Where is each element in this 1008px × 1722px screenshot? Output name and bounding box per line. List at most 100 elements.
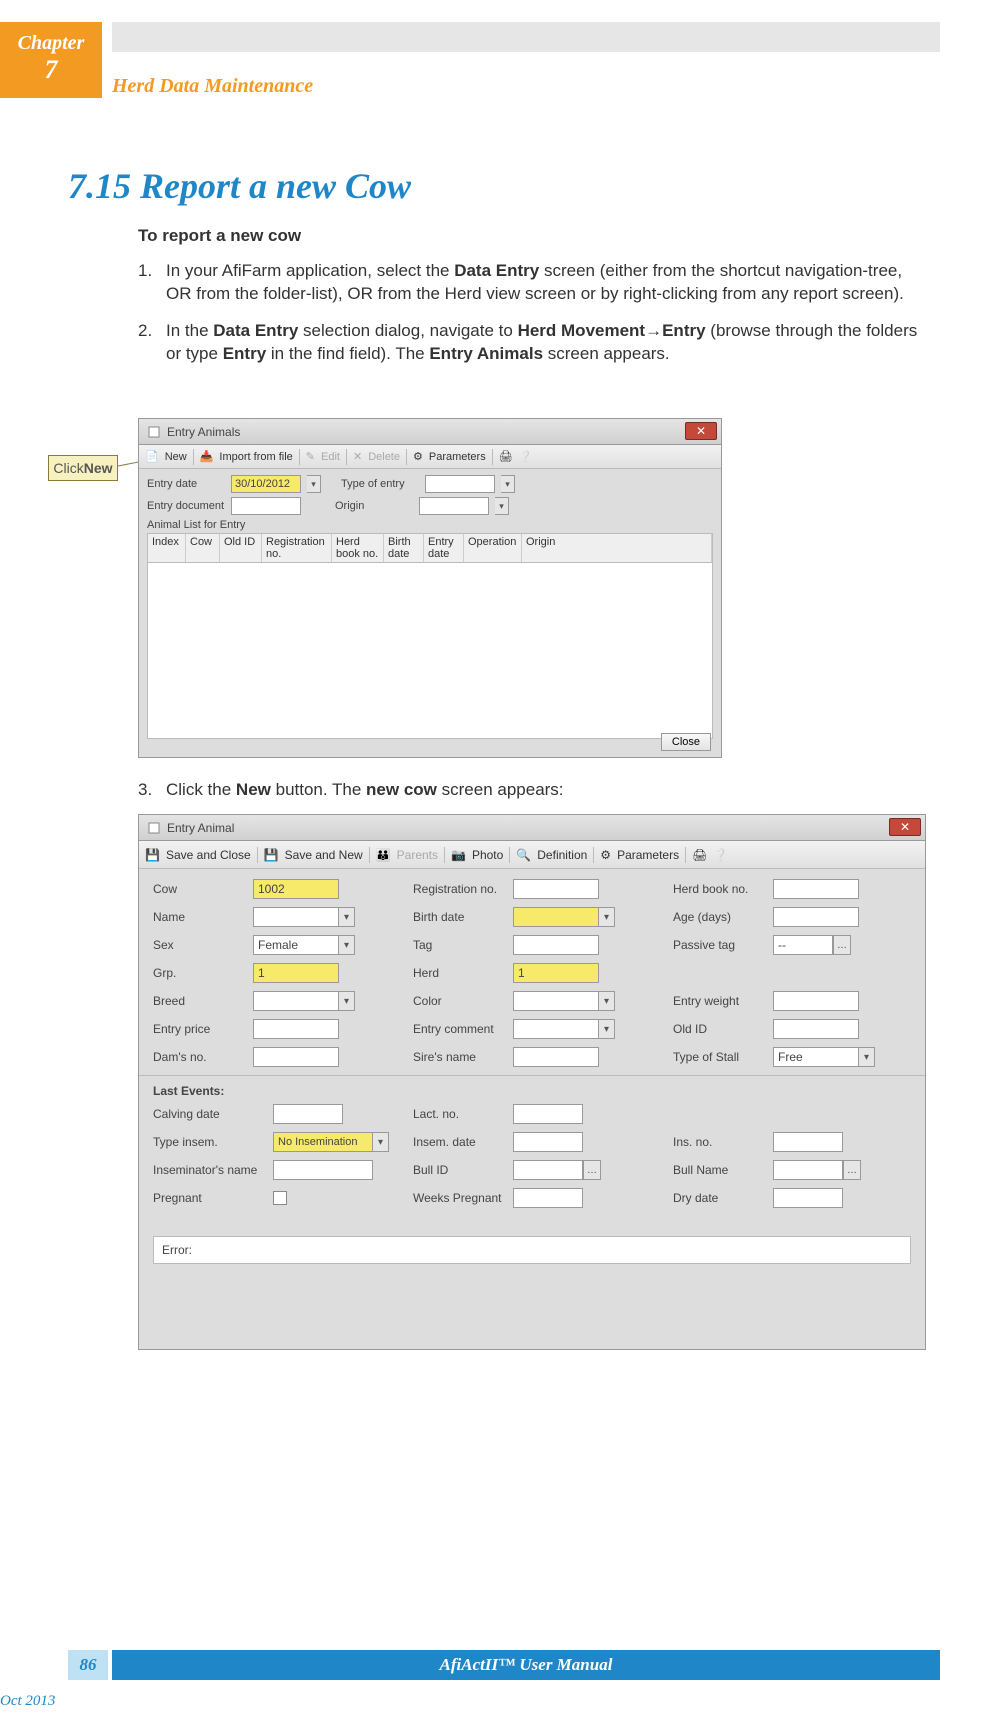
- stall-field[interactable]: Free: [773, 1047, 859, 1067]
- text: selection dialog, navigate to: [298, 321, 517, 340]
- footer-date: Oct 2013: [0, 1693, 55, 1710]
- doc-icon: 📄: [145, 450, 159, 463]
- dropdown-icon[interactable]: ▾: [339, 935, 355, 955]
- grp-field[interactable]: 1: [253, 963, 339, 983]
- stall-label: Type of Stall: [673, 1050, 773, 1064]
- col-entry[interactable]: Entry date: [424, 534, 464, 562]
- parents-button[interactable]: Parents: [397, 848, 438, 862]
- parameters-button[interactable]: Parameters: [617, 848, 679, 862]
- print-icon[interactable]: 🖨: [499, 450, 513, 463]
- dropdown-icon[interactable]: ▾: [599, 907, 615, 927]
- insno-field[interactable]: [773, 1132, 843, 1152]
- ptag-field[interactable]: --: [773, 935, 833, 955]
- tag-field[interactable]: [513, 935, 599, 955]
- bold-text: new cow: [366, 780, 437, 799]
- oldid-field[interactable]: [773, 1019, 859, 1039]
- birth-field[interactable]: [513, 907, 599, 927]
- text: ™ User Manual: [498, 1655, 612, 1675]
- bullname-field[interactable]: [773, 1160, 843, 1180]
- close-button[interactable]: ✕: [889, 818, 921, 836]
- lactno-label: Lact. no.: [413, 1107, 513, 1121]
- eprice-field[interactable]: [253, 1019, 339, 1039]
- dropdown-icon[interactable]: ▾: [599, 991, 615, 1011]
- print-icon[interactable]: 🖨: [692, 848, 707, 862]
- new-button[interactable]: New: [165, 451, 187, 463]
- col-oldid[interactable]: Old ID: [220, 534, 262, 562]
- herd-field[interactable]: 1: [513, 963, 599, 983]
- parameters-button[interactable]: Parameters: [429, 451, 486, 463]
- save-close-button[interactable]: Save and Close: [166, 848, 251, 862]
- breed-label: Breed: [153, 994, 253, 1008]
- dropdown-icon[interactable]: ▾: [339, 907, 355, 927]
- edit-button[interactable]: Edit: [321, 451, 340, 463]
- dropdown-icon[interactable]: ▾: [373, 1132, 389, 1152]
- eweight-field[interactable]: [773, 991, 859, 1011]
- ecomment-label: Entry comment: [413, 1022, 513, 1036]
- insemdate-field[interactable]: [513, 1132, 583, 1152]
- help-icon[interactable]: ❔: [713, 848, 728, 862]
- col-index[interactable]: Index: [148, 534, 186, 562]
- name-field[interactable]: [253, 907, 339, 927]
- drydate-field[interactable]: [773, 1188, 843, 1208]
- bullid-field[interactable]: [513, 1160, 583, 1180]
- insname-label: Inseminator's name: [153, 1163, 273, 1177]
- col-cow[interactable]: Cow: [186, 534, 220, 562]
- calving-label: Calving date: [153, 1107, 273, 1121]
- cow-field[interactable]: 1002: [253, 879, 339, 899]
- close-button[interactable]: Close: [661, 733, 711, 751]
- ellipsis-button[interactable]: …: [583, 1160, 601, 1180]
- help-icon[interactable]: ❔: [519, 450, 533, 463]
- text: II: [485, 1655, 498, 1675]
- footer-title: AfiAct II™ User Manual: [112, 1650, 940, 1680]
- dropdown-icon[interactable]: ▾: [599, 1019, 615, 1039]
- save-new-button[interactable]: Save and New: [285, 848, 363, 862]
- col-operation[interactable]: Operation: [464, 534, 522, 562]
- ellipsis-button[interactable]: …: [833, 935, 851, 955]
- dropdown-icon[interactable]: ▾: [859, 1047, 875, 1067]
- insemdate-label: Insem. date: [413, 1135, 513, 1149]
- ecomment-field[interactable]: [513, 1019, 599, 1039]
- definition-button[interactable]: Definition: [537, 848, 587, 862]
- section-title: Report a new Cow: [140, 166, 411, 206]
- entry-document-field[interactable]: [231, 497, 301, 515]
- breed-field[interactable]: [253, 991, 339, 1011]
- lactno-field[interactable]: [513, 1104, 583, 1124]
- table-body[interactable]: [147, 563, 713, 739]
- color-field[interactable]: [513, 991, 599, 1011]
- herdbook-field[interactable]: [773, 879, 859, 899]
- pregnant-checkbox[interactable]: [273, 1191, 287, 1205]
- app-icon: [147, 425, 161, 439]
- age-field[interactable]: [773, 907, 859, 927]
- col-origin[interactable]: Origin: [522, 534, 712, 562]
- type-of-entry-field[interactable]: [425, 475, 495, 493]
- dropdown-icon[interactable]: ▾: [501, 475, 515, 493]
- photo-button[interactable]: Photo: [472, 848, 503, 862]
- sirename-label: Sire's name: [413, 1050, 513, 1064]
- dropdown-icon[interactable]: ▾: [495, 497, 509, 515]
- window-title-bar[interactable]: Entry Animal ✕: [139, 815, 925, 841]
- window-title-bar[interactable]: Entry Animals ✕: [139, 419, 721, 445]
- ellipsis-button[interactable]: …: [843, 1160, 861, 1180]
- import-button[interactable]: Import from file: [219, 451, 292, 463]
- calving-field[interactable]: [273, 1104, 343, 1124]
- col-regno[interactable]: Registration no.: [262, 534, 332, 562]
- sex-field[interactable]: Female: [253, 935, 339, 955]
- regno-field[interactable]: [513, 879, 599, 899]
- delete-button[interactable]: Delete: [368, 451, 400, 463]
- edit-icon: ✎: [306, 450, 315, 463]
- col-herdbook[interactable]: Herd book no.: [332, 534, 384, 562]
- sirename-field[interactable]: [513, 1047, 599, 1067]
- dropdown-icon[interactable]: ▾: [339, 991, 355, 1011]
- col-birth[interactable]: Birth date: [384, 534, 424, 562]
- insname-field[interactable]: [273, 1160, 373, 1180]
- photo-icon: 📷: [451, 848, 466, 862]
- toolbar: 💾 Save and Close 💾 Save and New 👪 Parent…: [139, 841, 925, 869]
- origin-field[interactable]: [419, 497, 489, 515]
- close-button[interactable]: ✕: [685, 422, 717, 440]
- dropdown-icon[interactable]: ▾: [307, 475, 321, 493]
- damno-field[interactable]: [253, 1047, 339, 1067]
- entry-date-field[interactable]: 30/10/2012: [231, 475, 301, 493]
- typeinsem-field[interactable]: No Insemination: [273, 1132, 373, 1152]
- weeksp-field[interactable]: [513, 1188, 583, 1208]
- oldid-label: Old ID: [673, 1022, 773, 1036]
